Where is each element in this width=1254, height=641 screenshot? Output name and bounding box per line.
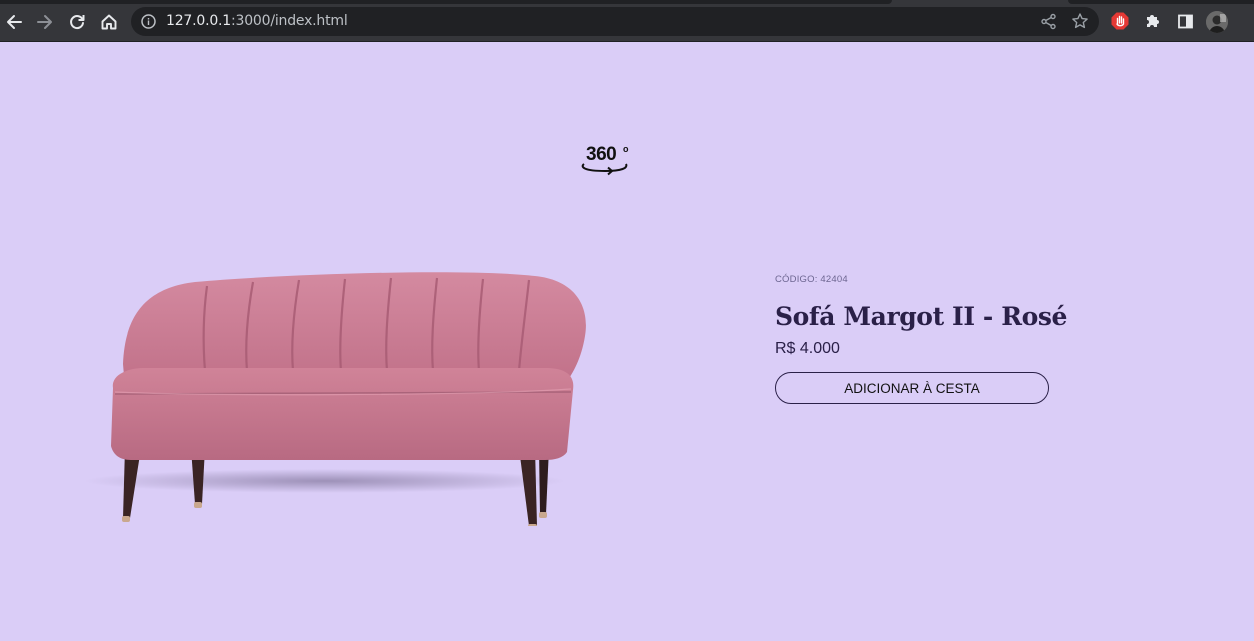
home-button[interactable] <box>95 8 123 36</box>
sofa-product-image[interactable] <box>85 226 605 526</box>
stop-hand-icon <box>1111 12 1129 30</box>
side-panel-icon <box>1177 14 1193 28</box>
url-host: 127.0.0.1 <box>166 13 231 29</box>
product-price: R$ 4.000 <box>775 340 840 357</box>
puzzle-icon <box>1147 15 1159 27</box>
adblock-extension-button[interactable] <box>1110 11 1130 31</box>
sofa-seat <box>111 368 574 460</box>
browser-toolbar: 127.0.0.1:3000/index.html <box>0 0 1254 42</box>
back-button[interactable] <box>0 8 28 36</box>
arrow-right-icon <box>37 15 52 29</box>
add-to-cart-button[interactable]: ADICIONAR À CESTA <box>775 372 1049 404</box>
product-code: CÓDIGO: 42404 <box>775 274 848 285</box>
product-info: CÓDIGO: 42404 Sofá Margot II - Rosé R$ 4… <box>775 274 1095 404</box>
profile-avatar[interactable] <box>1206 11 1228 33</box>
tab-strip-left <box>0 0 892 4</box>
url-text: 127.0.0.1:3000/index.html <box>166 13 348 29</box>
sofa-shadow <box>85 469 565 493</box>
side-panel-button[interactable] <box>1175 11 1195 31</box>
avatar-icon <box>1206 11 1228 33</box>
rotate-360-button[interactable]: 360 o <box>578 142 632 176</box>
info-icon[interactable] <box>140 13 157 30</box>
forward-button[interactable] <box>31 8 59 36</box>
address-bar[interactable]: 127.0.0.1:3000/index.html <box>131 7 1099 36</box>
bookmark-star-icon[interactable] <box>1071 12 1089 30</box>
tab-strip-right <box>1068 0 1254 4</box>
reload-icon <box>70 15 85 30</box>
rotate-360-icon <box>581 163 628 176</box>
home-icon <box>101 14 117 30</box>
extensions-button[interactable] <box>1143 11 1163 31</box>
rotate-360-degree: o <box>623 144 629 154</box>
product-title: Sofá Margot II - Rosé <box>775 302 1068 331</box>
reload-button[interactable] <box>63 8 91 36</box>
arrow-left-icon <box>7 15 22 29</box>
url-path: :3000/index.html <box>231 13 348 29</box>
product-page: 360 o CÓDIGO: 42404 Sofá Margot II - Ros… <box>0 42 1254 641</box>
share-icon[interactable] <box>1040 13 1057 30</box>
